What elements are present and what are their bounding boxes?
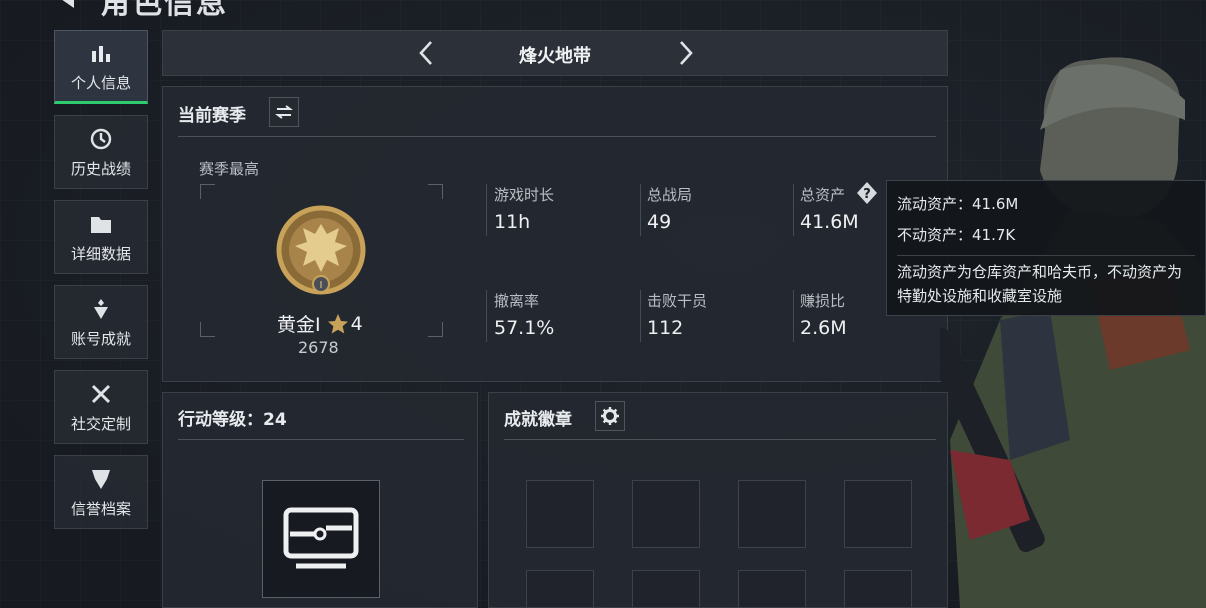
badge-slot[interactable]: [632, 480, 700, 548]
season-title: 当前赛季: [178, 106, 246, 126]
badge-slot[interactable]: [738, 480, 806, 548]
stat-separator: [793, 290, 794, 342]
sidebar-item-achievements[interactable]: 账号成就: [54, 285, 148, 359]
frame-corner: [200, 184, 215, 199]
badge-slot[interactable]: [738, 570, 806, 608]
stat-label-total-assets: 总资产: [800, 186, 846, 204]
divider: [178, 439, 464, 440]
tooltip-fixed-assets: 不动资产：41.7K: [897, 226, 1016, 244]
rank-stars: 4: [350, 312, 363, 335]
stat-value-playtime: 11h: [494, 211, 531, 233]
tooltip-description: 流动资产为仓库资产和哈夫币，不动资产为特勤处设施和收藏室设施: [897, 255, 1195, 308]
shield-emblem-icon: [88, 466, 114, 492]
help-icon[interactable]: ?: [855, 181, 879, 205]
stat-value-profit-ratio: 2.6M: [800, 317, 847, 339]
badge-slot[interactable]: [844, 480, 912, 548]
action-level-emblem[interactable]: [262, 480, 380, 598]
stat-label-profit-ratio: 赚损比: [800, 292, 846, 310]
peak-label: 赛季最高: [199, 160, 260, 178]
frame-corner: [200, 322, 215, 337]
badges-title: 成就徽章: [504, 410, 572, 430]
back-arrow-icon[interactable]: [58, 0, 74, 8]
mode-selector: 烽火地带: [162, 30, 948, 76]
stat-value-extraction-rate: 57.1%: [494, 317, 555, 339]
stat-label-kills: 击败干员: [647, 292, 708, 310]
history-clock-icon: [88, 126, 114, 152]
stat-label-playtime: 游戏时长: [494, 186, 555, 204]
sidebar-item-profile[interactable]: 个人信息: [54, 30, 148, 104]
divider: [178, 136, 936, 137]
tools-icon: [88, 381, 114, 407]
action-level-title: 行动等级：24: [178, 410, 287, 430]
badge-slot[interactable]: [632, 570, 700, 608]
stat-value-total-assets: 41.6M: [800, 211, 859, 233]
badge-slot[interactable]: [844, 570, 912, 608]
star-icon: [327, 313, 348, 333]
mode-title: 烽火地带: [519, 46, 591, 67]
page-title: 角色信息: [100, 0, 228, 21]
svg-text:I: I: [320, 280, 323, 291]
stat-separator: [793, 184, 794, 236]
sidebar-item-label: 详细数据: [70, 244, 131, 263]
rank-name: 黄金I: [277, 314, 321, 336]
sidebar-item-label: 历史战绩: [70, 159, 131, 178]
sidebar-item-social[interactable]: 社交定制: [54, 370, 148, 444]
chevron-right-icon[interactable]: [671, 39, 699, 67]
gear-icon: [601, 407, 619, 425]
badge-slot[interactable]: [526, 480, 594, 548]
gold-rank-emblem-icon: I: [276, 205, 366, 295]
assets-tooltip: 流动资产：41.6M 不动资产：41.7K 流动资产为仓库资产和哈夫币，不动资产…: [886, 180, 1206, 316]
stat-label-extraction-rate: 撤离率: [494, 292, 540, 310]
sidebar-item-label: 个人信息: [70, 73, 131, 92]
sidebar-item-reputation[interactable]: 信誉档案: [54, 455, 148, 529]
monitor-icon: [283, 507, 359, 569]
stat-value-kills: 112: [647, 317, 684, 339]
sidebar-item-label: 账号成就: [70, 329, 131, 348]
stat-value-total-matches: 49: [647, 211, 672, 233]
stat-separator: [486, 184, 487, 236]
sidebar-item-label: 社交定制: [70, 414, 131, 433]
stat-separator: [640, 290, 641, 342]
stat-label-total-matches: 总战局: [647, 186, 693, 204]
switch-season-button[interactable]: [269, 97, 299, 127]
achievement-icon: [88, 296, 114, 322]
stat-separator: [486, 290, 487, 342]
rank-line: 黄金I 4: [277, 310, 363, 337]
badge-settings-button[interactable]: [595, 401, 625, 431]
swap-icon: [275, 105, 293, 119]
bar-chart-icon: [88, 40, 114, 66]
frame-corner: [428, 184, 443, 199]
sidebar-item-history[interactable]: 历史战绩: [54, 115, 148, 189]
sidebar-item-details[interactable]: 详细数据: [54, 200, 148, 274]
folder-icon: [88, 211, 114, 237]
svg-text:?: ?: [863, 187, 871, 202]
frame-corner: [428, 322, 443, 337]
rank-points: 2678: [298, 338, 339, 357]
badge-slot[interactable]: [526, 570, 594, 608]
sidebar-item-label: 信誉档案: [70, 499, 131, 518]
tooltip-liquid-assets: 流动资产：41.6M: [897, 195, 1019, 213]
divider: [504, 439, 936, 440]
sidebar: 个人信息 历史战绩 详细数据 账号成就 社交定制 信誉档案: [54, 30, 150, 540]
stat-separator: [640, 184, 641, 236]
